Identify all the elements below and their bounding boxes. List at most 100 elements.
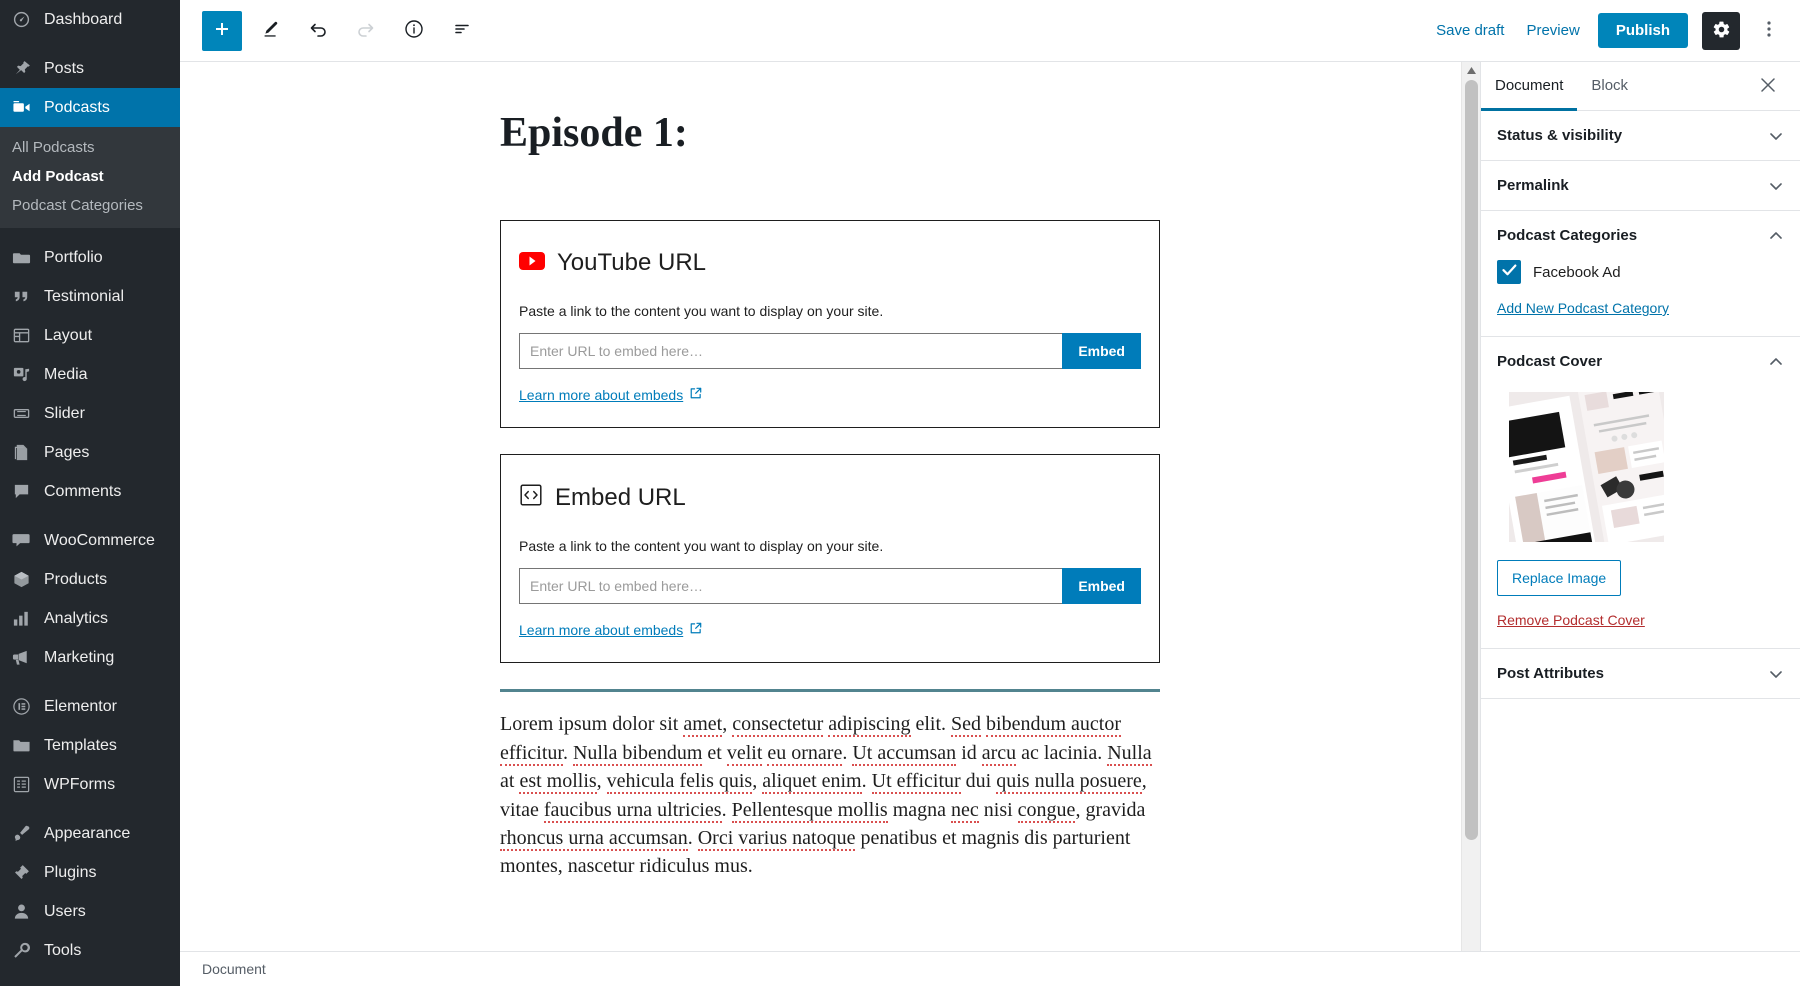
menu-group: Elementor Templates WPForms (0, 687, 180, 804)
video-camera-icon (12, 98, 38, 117)
submenu-item-podcast-categories[interactable]: Podcast Categories (0, 191, 180, 220)
publish-button[interactable]: Publish (1597, 13, 1688, 48)
sidebar-item-wpforms[interactable]: WPForms (0, 765, 180, 804)
learn-more-about-embeds-link[interactable]: Learn more about embeds (519, 622, 702, 638)
embed-submit-button[interactable]: Embed (1062, 568, 1141, 605)
add-new-podcast-category-link[interactable]: Add New Podcast Category (1497, 300, 1669, 316)
sidebar-item-products[interactable]: Products (0, 560, 180, 599)
sidebar-item-elementor[interactable]: Elementor (0, 687, 180, 726)
sidebar-item-pages[interactable]: Pages (0, 433, 180, 472)
spellcheck-word: quis nulla posuere (996, 770, 1142, 795)
tab-document[interactable]: Document (1481, 63, 1578, 111)
panel-permalink-header[interactable]: Permalink (1481, 161, 1800, 210)
sidebar-item-layout[interactable]: Layout (0, 316, 180, 355)
sidebar-item-woocommerce[interactable]: WooCommerce (0, 521, 180, 560)
remove-podcast-cover-link[interactable]: Remove Podcast Cover (1497, 612, 1645, 628)
user-icon (12, 902, 38, 921)
menu-group: Posts Podcasts All Podcasts Add Podcast Podc… (0, 49, 180, 228)
add-block-button[interactable] (202, 10, 242, 51)
redo-arrow-icon (355, 18, 377, 43)
learn-more-about-embeds-link[interactable]: Learn more about embeds (519, 387, 702, 403)
undo-button[interactable] (298, 11, 338, 51)
sidebar-item-posts[interactable]: Posts (0, 49, 180, 88)
external-link-icon (689, 387, 702, 403)
embed-block-youtube-url[interactable]: YouTube URL Paste a link to the content y… (500, 220, 1160, 429)
embed-form: Embed (519, 333, 1141, 370)
editor-canvas[interactable]: Episode 1: YouTube URL Paste a link to th… (180, 62, 1480, 951)
sidebar-item-plugins[interactable]: Plugins (0, 853, 180, 892)
save-draft-button[interactable]: Save draft (1432, 16, 1508, 45)
submenu-item-all-podcasts[interactable]: All Podcasts (0, 133, 180, 162)
external-link-icon (689, 622, 702, 638)
panel-status-visibility-header[interactable]: Status & visibility (1481, 111, 1800, 160)
sidebar-item-users[interactable]: Users (0, 892, 180, 931)
paragraph-block[interactable]: Lorem ipsum dolor sit amet, consectetur … (500, 710, 1160, 880)
sidebar-item-marketing[interactable]: Marketing (0, 638, 180, 677)
sidebar-item-podcasts[interactable]: Podcasts (0, 88, 180, 127)
panel-permalink: Permalink (1481, 161, 1800, 211)
edit-mode-button[interactable] (250, 11, 290, 51)
close-settings-button[interactable] (1750, 68, 1786, 104)
sidebar-item-media[interactable]: Media (0, 355, 180, 394)
editor-blocks: YouTube URL Paste a link to the content y… (500, 220, 1160, 664)
block-navigation-icon (451, 18, 473, 43)
panel-title: Podcast Categories (1497, 227, 1638, 244)
paragraph-text: at (500, 770, 520, 793)
paragraph-text: id (956, 741, 982, 764)
breadcrumb[interactable]: Document (202, 961, 266, 977)
scrollbar-thumb[interactable] (1465, 80, 1478, 840)
spellcheck-word: consectetur (732, 713, 824, 738)
list-item: Facebook Ad (1497, 260, 1784, 284)
podcast-cover-thumbnail[interactable] (1509, 392, 1664, 542)
content-info-button[interactable] (394, 11, 434, 51)
dashboard-icon (12, 10, 38, 29)
sidebar-item-label: Appearance (44, 824, 131, 842)
checkbox-facebook-ad[interactable] (1497, 260, 1521, 284)
sidebar-item-testimonial[interactable]: Testimonial (0, 277, 180, 316)
embed-block-description: Paste a link to the content you want to … (519, 538, 884, 555)
editor-canvas-wrapper: Episode 1: YouTube URL Paste a link to th… (180, 62, 1480, 951)
redo-button[interactable] (346, 11, 386, 51)
spellcheck-word: est mollis (519, 770, 597, 795)
panel-podcast-cover-header[interactable]: Podcast Cover (1481, 337, 1800, 386)
menu-separator (0, 511, 180, 521)
sidebar-item-appearance[interactable]: Appearance (0, 814, 180, 853)
paragraph-text: et (702, 741, 727, 764)
canvas-scrollbar[interactable] (1461, 62, 1480, 951)
paragraph-text: . (842, 741, 853, 764)
sidebar-item-slider[interactable]: Slider (0, 394, 180, 433)
sidebar-item-templates[interactable]: Templates (0, 726, 180, 765)
embed-submit-button[interactable]: Embed (1062, 333, 1141, 370)
slider-icon (12, 404, 38, 423)
tab-block[interactable]: Block (1577, 63, 1642, 111)
pages-icon (12, 443, 38, 462)
scrollbar-up-arrow-icon[interactable] (1462, 62, 1480, 79)
preview-button[interactable]: Preview (1522, 16, 1583, 45)
sidebar-item-comments[interactable]: Comments (0, 472, 180, 511)
menu-separator (0, 804, 180, 814)
block-navigation-button[interactable] (442, 11, 482, 51)
paragraph-text: magna (887, 798, 951, 821)
checkmark-icon (1501, 263, 1517, 281)
panel-post-attributes-header[interactable]: Post Attributes (1481, 649, 1800, 698)
gear-icon (1712, 20, 1731, 42)
menu-group: Dashboard (0, 0, 180, 39)
embed-code-icon (519, 483, 543, 512)
more-options-button[interactable] (1754, 12, 1784, 50)
sidebar-item-label: Dashboard (44, 10, 123, 28)
page-title[interactable]: Episode 1: (500, 108, 1160, 158)
submenu-item-add-podcast[interactable]: Add Podcast (0, 162, 180, 191)
sidebar-item-analytics[interactable]: Analytics (0, 599, 180, 638)
embed-url-input[interactable] (519, 333, 1063, 370)
settings-sidebar: Document Block Status & visibility Perma… (1480, 62, 1800, 951)
embed-block-header: Embed URL (519, 483, 1141, 512)
embed-block-embed-url[interactable]: Embed URL Paste a link to the content you… (500, 454, 1160, 664)
sidebar-item-portfolio[interactable]: Portfolio (0, 238, 180, 277)
sidebar-item-tools[interactable]: Tools (0, 931, 180, 970)
replace-image-button[interactable]: Replace Image (1497, 560, 1622, 596)
sidebar-item-label: Portfolio (44, 248, 103, 266)
sidebar-item-dashboard[interactable]: Dashboard (0, 0, 180, 39)
settings-toggle-button[interactable] (1702, 11, 1740, 50)
embed-url-input[interactable] (519, 568, 1063, 605)
panel-podcast-categories-header[interactable]: Podcast Categories (1481, 211, 1800, 260)
